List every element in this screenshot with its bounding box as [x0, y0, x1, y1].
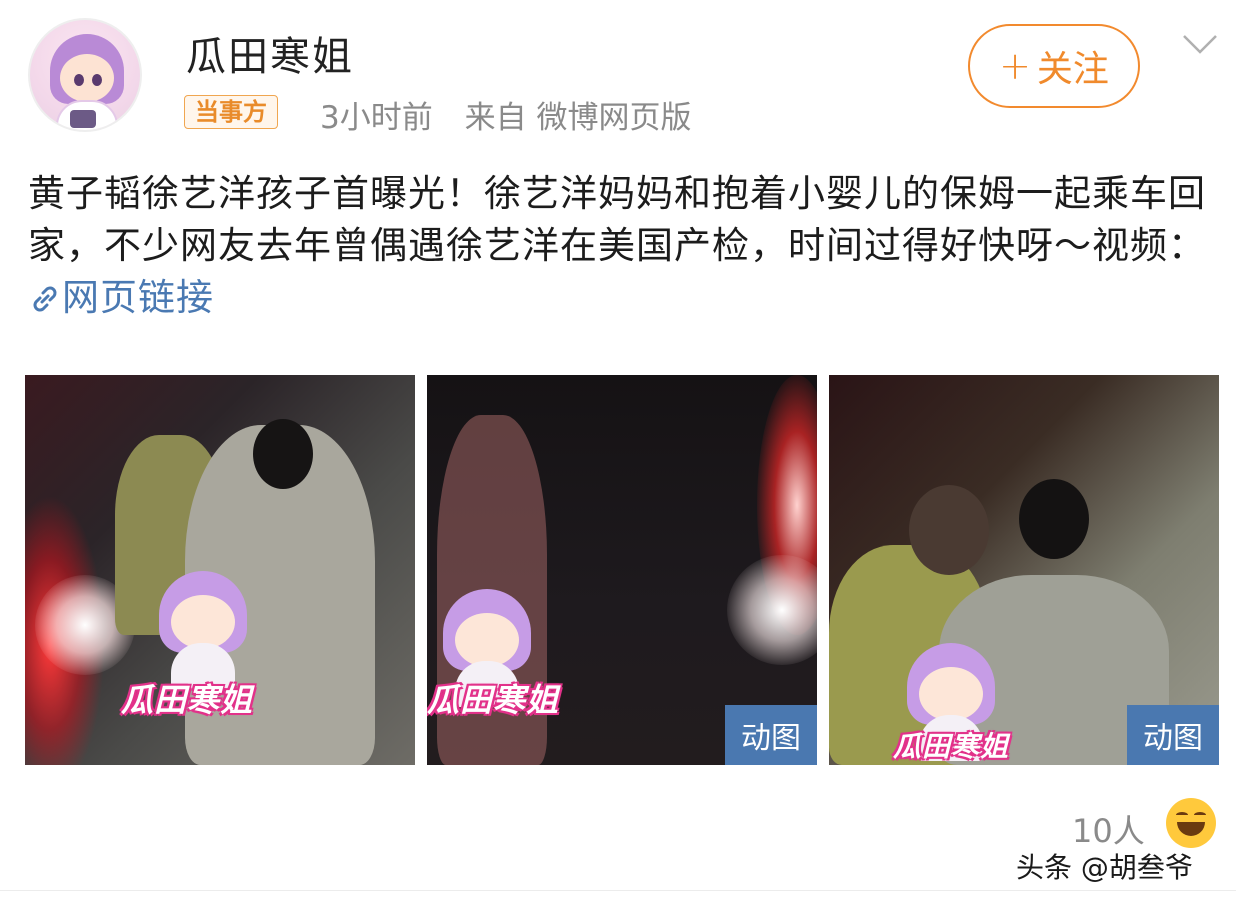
post-source[interactable]: 来自 微博网页版 — [465, 100, 692, 136]
gif-tag: 动图 — [1127, 705, 1219, 765]
follow-label: 关注 — [1036, 49, 1109, 90]
camera-icon — [70, 110, 96, 128]
post-body: 黄子韬徐艺洋孩子首曝光！徐艺洋妈妈和抱着小婴儿的保姆一起乘车回家，不少网友去年曾… — [28, 172, 1206, 267]
avatar-eye — [92, 74, 102, 86]
media-thumbnail[interactable]: 瓜田寒姐 动图 — [829, 375, 1219, 765]
light-glow — [727, 555, 817, 665]
avatar-face — [60, 54, 114, 102]
watermark: 头条 @胡叁爷 — [1016, 851, 1193, 884]
person-hair — [253, 419, 313, 489]
follow-button[interactable]: + 关注 — [968, 24, 1140, 108]
sticker-text: 瓜田寒姐 — [893, 730, 1010, 763]
media-thumbnail[interactable]: 瓜田寒姐 — [25, 375, 415, 765]
post-text: 黄子韬徐艺洋孩子首曝光！徐艺洋妈妈和抱着小婴儿的保姆一起乘车回家，不少网友去年曾… — [28, 168, 1228, 324]
link-icon — [33, 286, 57, 312]
media-thumbnail[interactable]: 瓜田寒姐 动图 — [427, 375, 817, 765]
person-hair — [1019, 479, 1089, 559]
post-meta: 3小时前 来自 微博网页版 — [320, 92, 713, 137]
avatar-eye — [74, 74, 84, 86]
person-head — [909, 485, 989, 575]
status-badge: 当事方 — [184, 95, 278, 129]
link-label: 网页链接 — [62, 276, 214, 319]
plus-icon: + — [999, 44, 1031, 88]
divider — [0, 890, 1236, 891]
web-link[interactable]: 网页链接 — [28, 276, 214, 319]
username[interactable]: 瓜田寒姐 — [186, 24, 354, 82]
gif-tag: 动图 — [725, 705, 817, 765]
avatar[interactable] — [28, 18, 142, 132]
sticker-text: 瓜田寒姐 — [427, 681, 560, 719]
grinning-emoji-icon[interactable] — [1166, 798, 1216, 848]
sticker-text: 瓜田寒姐 — [121, 681, 254, 719]
post-time: 3小时前 — [320, 100, 433, 136]
chevron-down-icon[interactable] — [1180, 30, 1220, 60]
